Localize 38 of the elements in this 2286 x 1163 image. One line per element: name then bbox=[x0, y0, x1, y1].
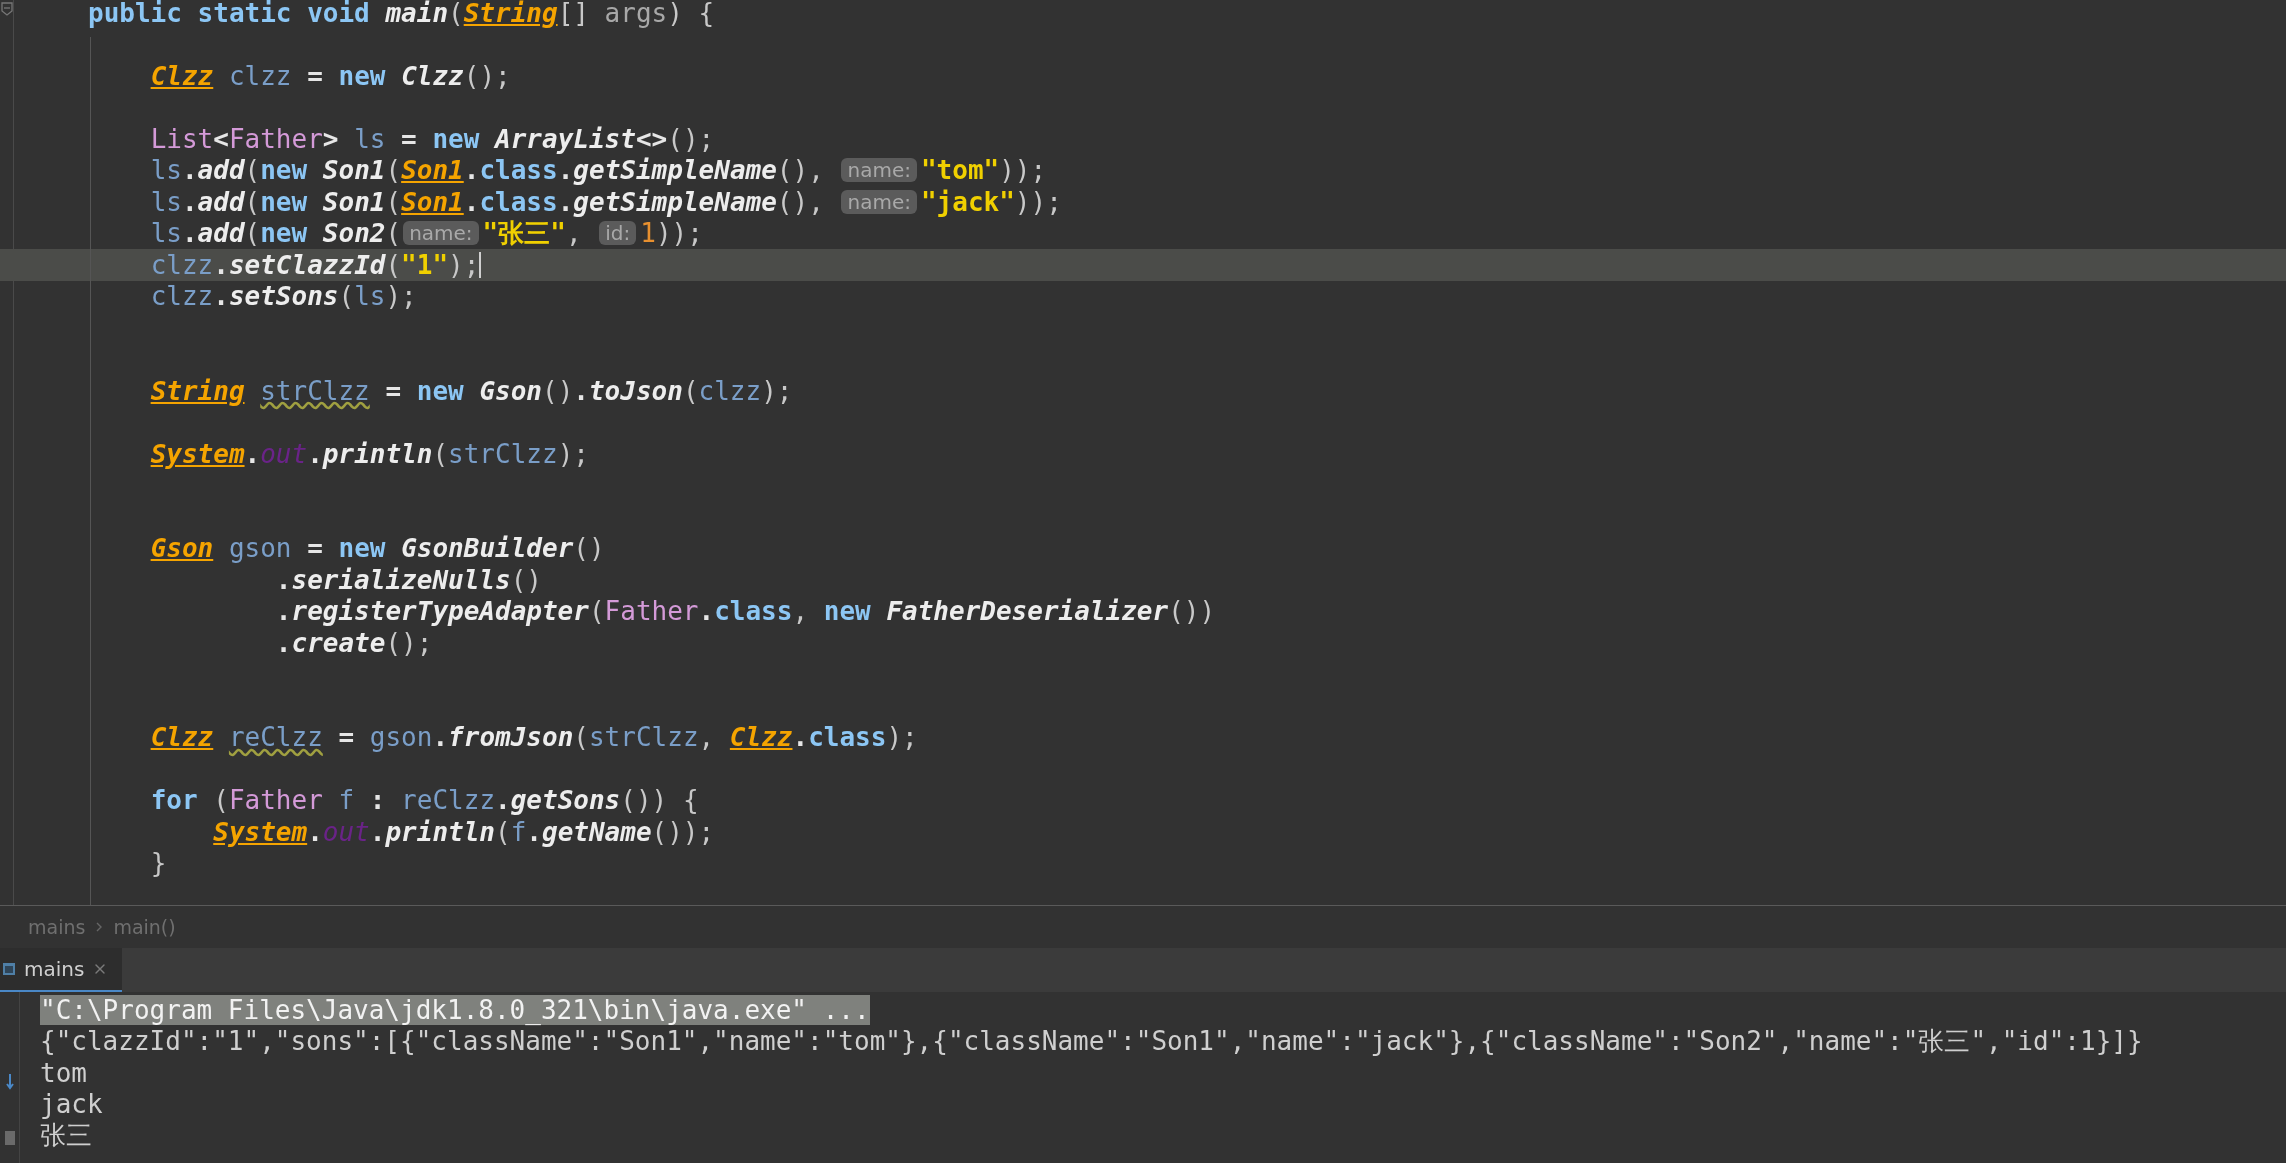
parameter-hint: id: bbox=[599, 221, 637, 246]
text-caret bbox=[479, 251, 482, 278]
code-text: clzz.setSons(ls); bbox=[149, 281, 417, 312]
parameter-hint: name: bbox=[403, 221, 479, 246]
code-text: Clzz clzz = new Clzz(); bbox=[149, 60, 511, 91]
console-icon bbox=[2, 961, 16, 977]
code-text: } bbox=[149, 848, 167, 879]
chevron-icon bbox=[95, 921, 104, 933]
code-text: System.out.println(f.getName()); bbox=[212, 816, 715, 847]
code-text: clzz.setClazzId("1"); bbox=[149, 249, 480, 280]
parameter-hint: name: bbox=[841, 189, 917, 214]
code-text: "tom")); bbox=[920, 155, 1047, 186]
code-text: Clzz reClzz = gson.fromJson(strClzz, Clzz.class); bbox=[149, 722, 918, 753]
console-output: 张三 bbox=[40, 1119, 92, 1153]
code-text: public static void main(String[] args) { bbox=[88, 0, 715, 28]
code-text: "张三", bbox=[482, 217, 583, 250]
code-text: System.out.println(strClzz); bbox=[149, 438, 589, 469]
code-text: Gson gson = new GsonBuilder() bbox=[149, 533, 605, 564]
console-output: {"clazzId":"1","sons":[{"className":"Son1","name":"tom"},{"className":"Son1","name":"jack"},{"className":"Son2","name":"张三","id":1}]} bbox=[40, 1025, 2143, 1058]
code-text: "jack")); bbox=[920, 186, 1062, 217]
fold-icon[interactable] bbox=[0, 2, 13, 16]
code-text: String strClzz = new Gson().toJson(clzz); bbox=[149, 375, 793, 406]
code-text: .registerTypeAdapter(Father.class, new FatherDeserializer()) bbox=[274, 596, 1216, 627]
code-text: ls.add(new Son1(Son1.class.getSimpleName(), bbox=[149, 155, 825, 186]
code-text: ls.add(new Son1(Son1.class.getSimpleName(), bbox=[149, 186, 825, 217]
code-text: List<Father> ls = new ArrayList<>(); bbox=[149, 123, 715, 154]
code-text: .create(); bbox=[274, 627, 433, 658]
scroll-icon[interactable] bbox=[4, 1072, 15, 1090]
breadcrumb-item[interactable]: mains bbox=[28, 916, 86, 938]
code-text: .serializeNulls() bbox=[274, 564, 542, 595]
code-text: 1)); bbox=[640, 218, 703, 249]
parameter-hint: name: bbox=[841, 158, 917, 183]
code-text: ls.add(new Son2( bbox=[149, 218, 402, 249]
breadcrumb-item[interactable]: main() bbox=[113, 916, 176, 938]
console-output: tom bbox=[40, 1057, 87, 1088]
run-tab[interactable]: mains bbox=[0, 948, 123, 992]
code-text: for (Father f : reClzz.getSons()) { bbox=[149, 785, 699, 816]
console-output: jack bbox=[40, 1089, 103, 1120]
